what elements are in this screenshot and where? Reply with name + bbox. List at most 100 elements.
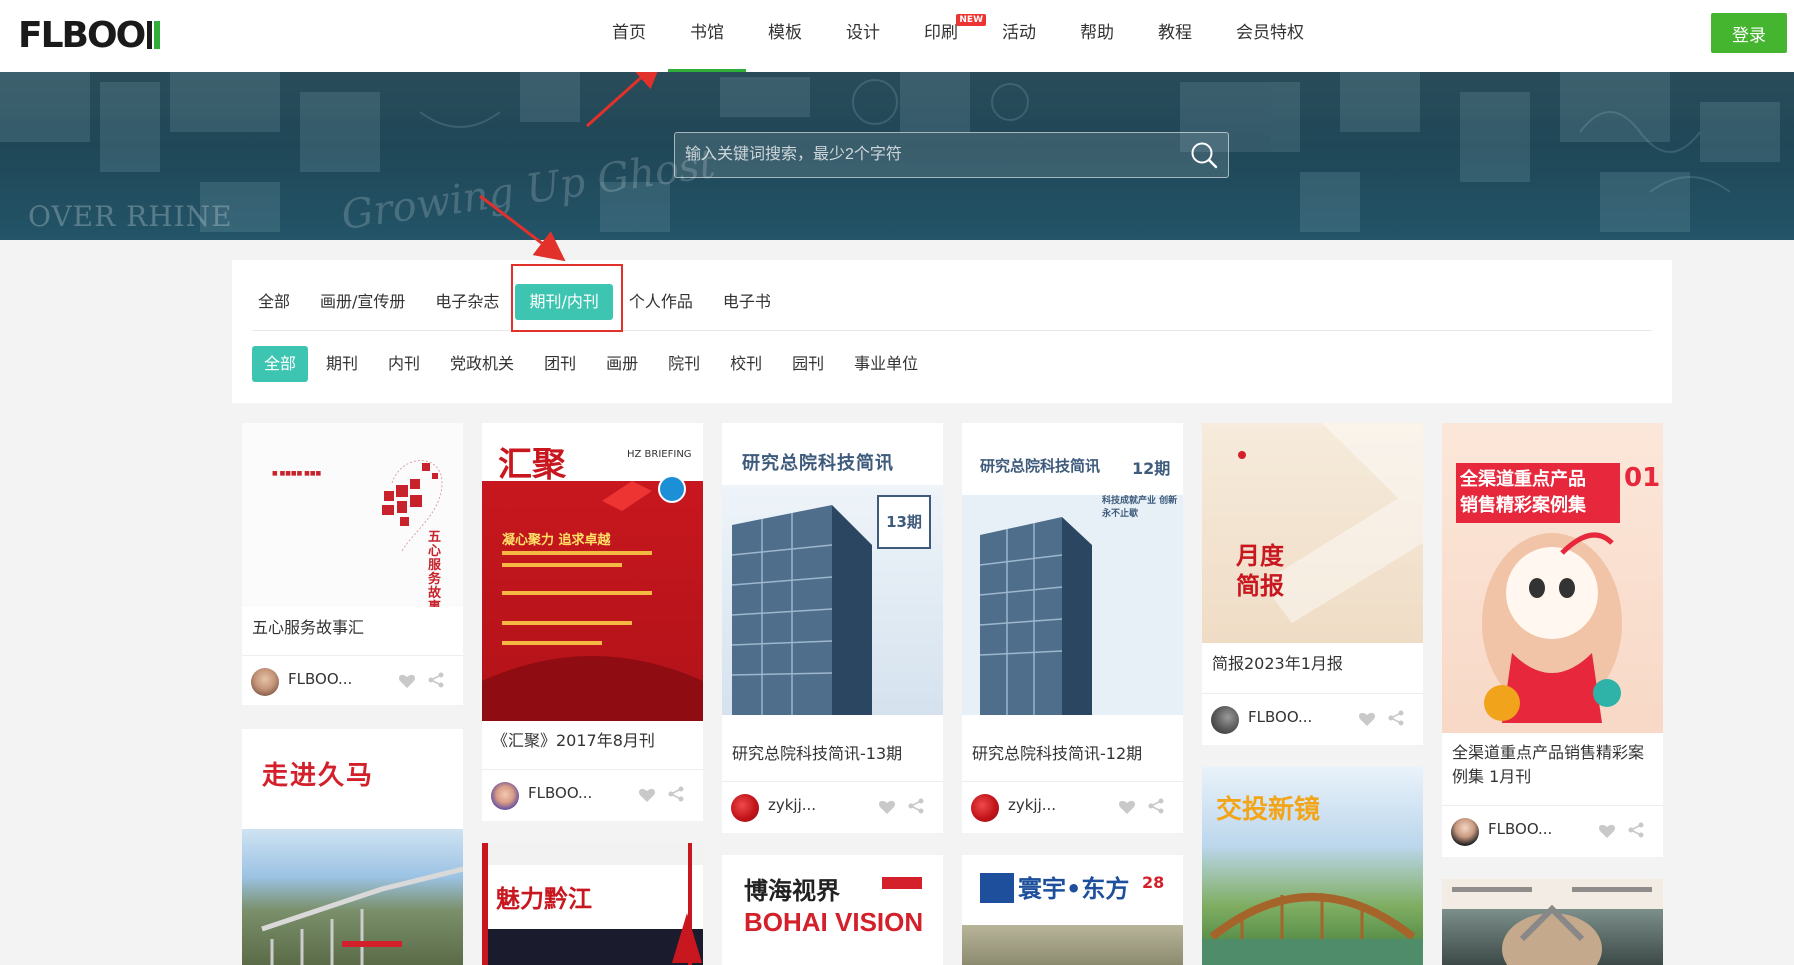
card-title[interactable]: 研究总院科技简讯-13期	[732, 742, 937, 766]
subcategory-journal[interactable]: 期刊	[314, 346, 370, 382]
nav-item-templates[interactable]: 模板	[746, 0, 824, 72]
nav-label: 活动	[1002, 23, 1036, 43]
cover-subtitle: 科技成就产业 创新永不止歇	[1102, 496, 1178, 519]
avatar[interactable]	[971, 794, 999, 822]
cover-title: 走进久马	[262, 761, 375, 791]
subcategory-institute[interactable]: 院刊	[656, 346, 712, 382]
flbook-logo[interactable]: FLBOO	[18, 14, 161, 56]
heart-icon[interactable]	[1598, 823, 1616, 839]
nav-label: 书馆	[690, 23, 724, 43]
heart-icon[interactable]	[638, 787, 656, 803]
nav-item-events[interactable]: 活动	[980, 0, 1058, 72]
heart-icon[interactable]	[1118, 799, 1136, 815]
cover-thumbnail[interactable]: 研究总院科技简讯 13期	[722, 423, 943, 715]
cover-thumbnail[interactable]: 研究总院科技简讯 12期 科技成就产业 创新永不止歇	[962, 423, 1183, 715]
subcategory-school[interactable]: 校刊	[718, 346, 774, 382]
avatar[interactable]	[251, 668, 279, 696]
card-meta: zykjj...	[722, 781, 943, 831]
cover-subtitle: BOHAI VISION	[744, 907, 924, 937]
avatar[interactable]	[731, 794, 759, 822]
publication-card[interactable]: 研究总院科技简讯 12期 科技成就产业 创新永不止歇 研究总院科技简讯-12期 …	[962, 423, 1183, 833]
author-name[interactable]: zykjj...	[1008, 796, 1056, 814]
search-input[interactable]	[685, 133, 1165, 177]
cover-thumbnail[interactable]: 博海视界 BOHAI VISION	[722, 855, 943, 965]
cover-thumbnail[interactable]	[1442, 879, 1663, 965]
share-icon[interactable]	[1628, 822, 1644, 838]
card-title[interactable]: 简报2023年1月报	[1212, 652, 1417, 676]
card-title[interactable]: 全渠道重点产品销售精彩案例集 1月刊	[1452, 741, 1657, 789]
cover-thumbnail[interactable]: 魅力黔江	[482, 843, 703, 965]
login-button[interactable]: 登录	[1711, 13, 1787, 53]
publication-card[interactable]: 走进久马	[242, 729, 463, 965]
subcategory-public-institution[interactable]: 事业单位	[842, 346, 930, 382]
search-icon[interactable]	[1190, 141, 1218, 169]
cover-thumbnail[interactable]: 月度简报	[1202, 423, 1423, 643]
category-tabs: 全部 画册/宣传册 电子杂志 期刊/内刊 个人作品 电子书	[244, 284, 787, 320]
filter-panel: 全部 画册/宣传册 电子杂志 期刊/内刊 个人作品 电子书 全部 期刊 内刊 党…	[232, 260, 1672, 403]
category-ebooks[interactable]: 电子书	[709, 284, 785, 320]
cover-thumbnail[interactable]: 汇聚 HZ BRIEFING 凝心聚力 追求卓越	[482, 423, 703, 721]
share-icon[interactable]	[428, 672, 444, 688]
cover-thumbnail[interactable]: 走进久马	[242, 729, 463, 965]
subcategory-internal[interactable]: 内刊	[376, 346, 432, 382]
nav-item-home[interactable]: 首页	[590, 0, 668, 72]
share-icon[interactable]	[668, 786, 684, 802]
card-meta: FLBOO...	[242, 655, 463, 705]
card-title[interactable]: 《汇聚》2017年8月刊	[492, 729, 697, 753]
subcategory-all[interactable]: 全部	[252, 346, 309, 382]
subcategory-league[interactable]: 团刊	[532, 346, 588, 382]
cover-thumbnail[interactable]: 交投新镜	[1202, 767, 1423, 965]
category-personal-works[interactable]: 个人作品	[615, 284, 707, 320]
cover-thumbnail[interactable]: 寰宇•东方 28	[962, 855, 1183, 965]
author-name[interactable]: FLBOO...	[1488, 820, 1552, 838]
avatar[interactable]	[1211, 706, 1239, 734]
cover-thumbnail[interactable]: ■ ■■■■ ■■■ 五心服务故事	[242, 423, 463, 607]
avatar[interactable]	[1451, 818, 1479, 846]
nav-item-membership[interactable]: 会员特权	[1214, 0, 1326, 72]
nav-item-library[interactable]: 书馆	[668, 0, 746, 72]
nav-label: 印刷	[924, 23, 958, 43]
cover-issue: 12期	[1132, 459, 1171, 478]
publication-card[interactable]: 月度简报 简报2023年1月报 FLBOO...	[1202, 423, 1423, 745]
heart-icon[interactable]	[878, 799, 896, 815]
publication-card[interactable]: 魅力黔江	[482, 843, 703, 965]
category-all[interactable]: 全部	[244, 284, 304, 320]
subcategory-party-gov[interactable]: 党政机关	[438, 346, 526, 382]
publication-card[interactable]: 博海视界 BOHAI VISION	[722, 855, 943, 965]
share-icon[interactable]	[908, 798, 924, 814]
nav-item-tutorials[interactable]: 教程	[1136, 0, 1214, 72]
heart-icon[interactable]	[398, 673, 416, 689]
nav-item-print[interactable]: 印刷 NEW	[902, 0, 986, 72]
author-name[interactable]: FLBOO...	[528, 784, 592, 802]
top-navigation-bar: FLBOO 首页 书馆 模板 设计 印刷 NEW 活动 帮助 教程 会员特权 登录	[0, 0, 1794, 72]
nav-label: 教程	[1158, 23, 1192, 43]
publication-card[interactable]: 全渠道重点产品 销售精彩案例集 01 全渠道重点产品销售精彩案例集 1月刊 FL…	[1442, 423, 1663, 857]
category-brochures[interactable]: 画册/宣传册	[306, 284, 419, 320]
author-name[interactable]: FLBOO...	[288, 670, 352, 688]
category-e-magazine[interactable]: 电子杂志	[421, 284, 513, 320]
heart-icon[interactable]	[1358, 711, 1376, 727]
logo-text: FLBOO	[18, 14, 146, 56]
subcategory-park[interactable]: 园刊	[780, 346, 836, 382]
category-periodicals[interactable]: 期刊/内刊	[515, 284, 613, 320]
card-meta: zykjj...	[962, 781, 1183, 831]
publication-card[interactable]: 研究总院科技简讯 13期 研究总院科技简讯-13期 zykjj...	[722, 423, 943, 833]
author-name[interactable]: zykjj...	[768, 796, 816, 814]
main-nav: 首页 书馆 模板 设计 印刷 NEW 活动 帮助 教程 会员特权	[590, 0, 1326, 72]
publication-card[interactable]	[1442, 879, 1663, 965]
author-name[interactable]: FLBOO...	[1248, 708, 1312, 726]
nav-item-help[interactable]: 帮助	[1058, 0, 1136, 72]
publication-card[interactable]: ■ ■■■■ ■■■ 五心服务故事 五心服务故事汇 FLBOO...	[242, 423, 463, 705]
card-title[interactable]: 研究总院科技简讯-12期	[972, 742, 1177, 766]
subcategory-album[interactable]: 画册	[594, 346, 650, 382]
nav-item-design[interactable]: 设计	[824, 0, 902, 72]
svg-text:■ ■■■■ ■■■: ■ ■■■■ ■■■	[272, 470, 321, 477]
share-icon[interactable]	[1388, 710, 1404, 726]
publication-card[interactable]: 交投新镜	[1202, 767, 1423, 965]
share-icon[interactable]	[1148, 798, 1164, 814]
publication-card[interactable]: 寰宇•东方 28	[962, 855, 1183, 965]
publication-card[interactable]: 汇聚 HZ BRIEFING 凝心聚力 追求卓越 《汇聚》2017年8月刊 FL…	[482, 423, 703, 821]
cover-thumbnail[interactable]: 全渠道重点产品 销售精彩案例集 01	[1442, 423, 1663, 733]
avatar[interactable]	[491, 782, 519, 810]
card-title[interactable]: 五心服务故事汇	[252, 616, 457, 640]
